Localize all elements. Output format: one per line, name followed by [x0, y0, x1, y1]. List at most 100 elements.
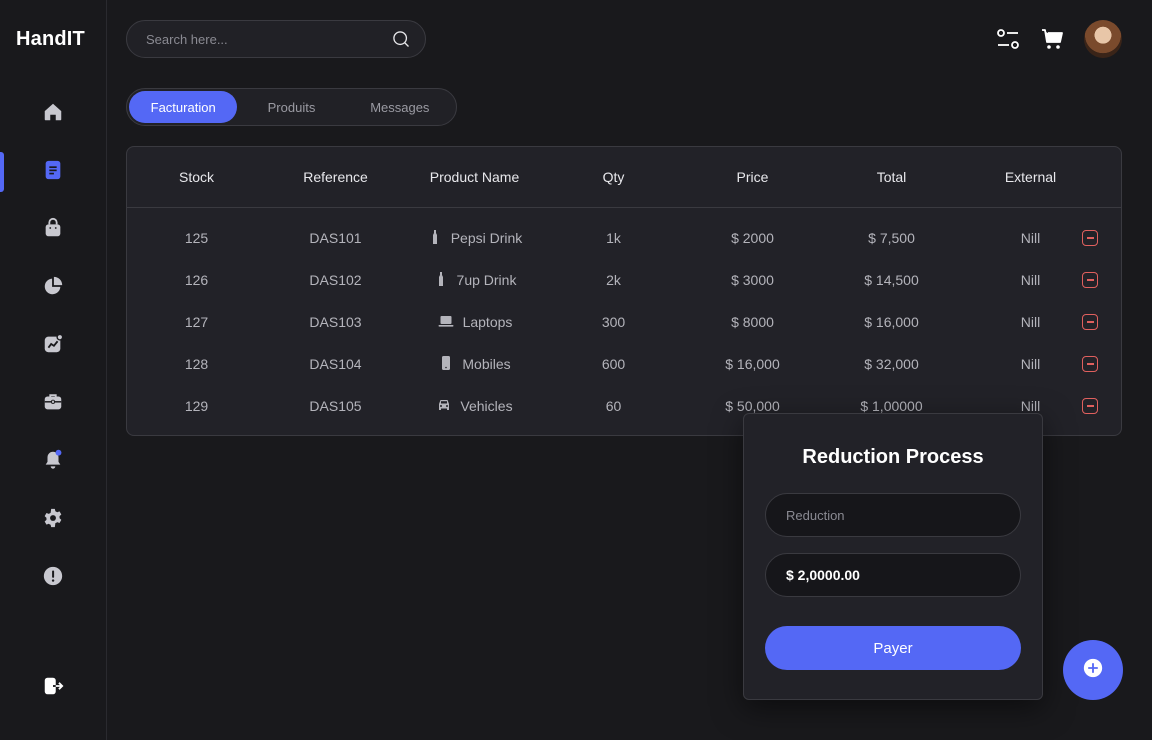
remove-row-button[interactable]	[1082, 314, 1098, 330]
search-bar	[126, 20, 426, 58]
table-row: 128 DAS104 Mobiles 600 $ 16,000 $ 32,000…	[127, 343, 1121, 385]
table-header: Stock Reference Product Name Qty Price T…	[127, 147, 1121, 208]
filter-settings-icon[interactable]	[995, 26, 1021, 52]
reduction-input[interactable]	[765, 493, 1021, 537]
cell-stock: 128	[184, 356, 209, 372]
cell-qty: 2k	[606, 272, 621, 288]
cell-external: Nill	[1020, 272, 1041, 288]
header-total: Total	[876, 169, 907, 185]
product-name: 7up Drink	[456, 272, 517, 288]
cell-price: $ 8000	[731, 314, 774, 330]
cell-total: $ 1,00000	[860, 398, 923, 414]
cell-total: $ 14,500	[864, 272, 919, 288]
app-logo: HandIT	[16, 28, 85, 50]
reduction-modal: Reduction Process Payer	[743, 413, 1043, 700]
sidebar-item-logout[interactable]	[0, 668, 106, 708]
product-name: Mobiles	[462, 356, 511, 372]
pie-chart-icon	[42, 275, 64, 302]
table-body: 125 DAS101 Pepsi Drink 1k $ 2000 $ 7,500…	[127, 208, 1121, 427]
header-qty: Qty	[602, 169, 625, 185]
header-price: Price	[736, 169, 769, 185]
tab-messages[interactable]: Messages	[346, 91, 454, 123]
products-table: Stock Reference Product Name Qty Price T…	[126, 146, 1122, 436]
bottle-icon	[433, 271, 449, 290]
remove-row-button[interactable]	[1082, 272, 1098, 288]
cell-price: $ 3000	[731, 272, 774, 288]
laptop-icon	[437, 313, 455, 332]
table-row: 126 DAS102 7up Drink 2k $ 3000 $ 14,500 …	[127, 259, 1121, 301]
bottle-icon	[427, 229, 443, 248]
cell-product: 7up Drink	[405, 271, 544, 290]
table-row: 125 DAS101 Pepsi Drink 1k $ 2000 $ 7,500…	[127, 217, 1121, 259]
cart-icon[interactable]	[1040, 26, 1066, 52]
cell-price: $ 2000	[731, 230, 774, 246]
product-name: Laptops	[462, 314, 513, 330]
cell-external: Nill	[1020, 398, 1041, 414]
sidebar: HandIT	[0, 0, 107, 740]
cell-stock: 126	[184, 272, 209, 288]
header-product-name: Product Name	[429, 169, 520, 185]
cell-qty: 300	[601, 314, 626, 330]
cell-reference: DAS103	[309, 314, 362, 330]
modal-title: Reduction Process	[802, 446, 984, 468]
cell-qty: 60	[605, 398, 622, 414]
cell-external: Nill	[1020, 314, 1041, 330]
pay-button[interactable]: Payer	[765, 626, 1021, 670]
cell-product: Vehicles	[405, 397, 544, 416]
cell-product: Mobiles	[405, 355, 544, 374]
document-icon	[42, 159, 64, 186]
avatar[interactable]	[1084, 20, 1122, 58]
sidebar-item-shop[interactable]	[0, 210, 106, 250]
cell-price: $ 50,000	[725, 398, 780, 414]
cell-reference: DAS102	[309, 272, 362, 288]
amount-field[interactable]	[765, 553, 1021, 597]
table-row: 127 DAS103 Laptops 300 $ 8000 $ 16,000 N…	[127, 301, 1121, 343]
cell-stock: 129	[184, 398, 209, 414]
logout-icon	[42, 675, 64, 702]
search-icon[interactable]	[391, 29, 411, 49]
sidebar-item-reports[interactable]	[0, 268, 106, 308]
tab-facturation[interactable]: Facturation	[129, 91, 238, 123]
plus-circle-icon	[1082, 657, 1104, 684]
sidebar-item-notifications[interactable]	[0, 442, 106, 482]
home-icon	[42, 101, 64, 128]
cell-total: $ 16,000	[864, 314, 919, 330]
cell-total: $ 32,000	[864, 356, 919, 372]
remove-row-button[interactable]	[1082, 356, 1098, 372]
tab-produits[interactable]: Produits	[237, 91, 345, 123]
sidebar-item-settings[interactable]	[0, 500, 106, 540]
mobile-icon	[438, 355, 454, 374]
cell-product: Laptops	[405, 313, 544, 332]
cell-qty: 600	[601, 356, 626, 372]
bell-icon	[42, 449, 64, 476]
header-external: External	[1004, 169, 1057, 185]
header-stock: Stock	[178, 169, 214, 185]
product-name: Pepsi Drink	[450, 230, 523, 246]
sidebar-item-home[interactable]	[0, 94, 106, 134]
sidebar-item-analytics[interactable]	[0, 326, 106, 366]
cell-reference: DAS105	[309, 398, 362, 414]
tab-bar: Facturation Produits Messages	[126, 88, 457, 126]
header-reference: Reference	[303, 169, 368, 185]
cell-reference: DAS101	[309, 230, 362, 246]
product-name: Vehicles	[460, 398, 513, 414]
add-button[interactable]	[1063, 640, 1123, 700]
car-icon	[436, 397, 452, 416]
cell-qty: 1k	[606, 230, 621, 246]
search-input[interactable]	[146, 31, 391, 47]
cell-stock: 127	[184, 314, 209, 330]
sidebar-item-portfolio[interactable]	[0, 384, 106, 424]
sidebar-item-documents[interactable]	[0, 152, 106, 192]
alert-icon	[42, 565, 64, 592]
cell-total: $ 7,500	[868, 230, 915, 246]
remove-row-button[interactable]	[1082, 230, 1098, 246]
remove-row-button[interactable]	[1082, 398, 1098, 414]
cell-price: $ 16,000	[725, 356, 780, 372]
cell-stock: 125	[184, 230, 209, 246]
cell-external: Nill	[1020, 230, 1041, 246]
cell-product: Pepsi Drink	[405, 229, 544, 248]
gear-icon	[42, 507, 64, 534]
sidebar-item-help[interactable]	[0, 558, 106, 598]
briefcase-icon	[42, 391, 64, 418]
shopping-bag-icon	[42, 217, 64, 244]
